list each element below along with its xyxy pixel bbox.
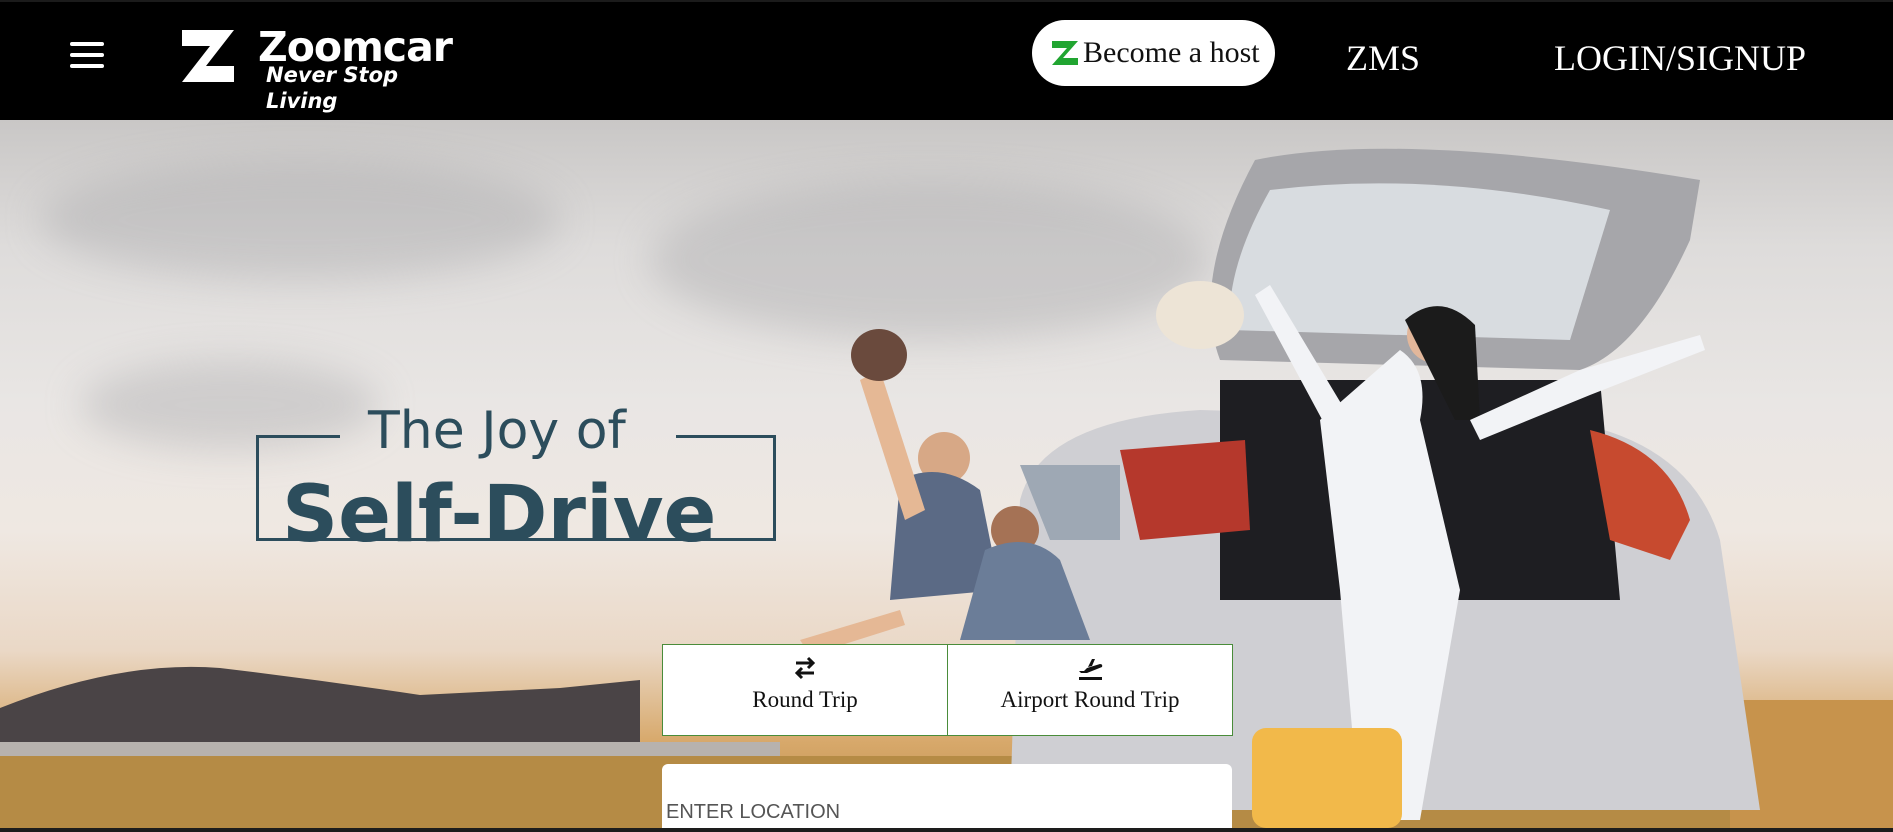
zoomcar-z-icon xyxy=(1052,41,1078,65)
airplane-takeoff-icon xyxy=(1079,659,1103,680)
become-a-host-button[interactable]: Become a host xyxy=(1032,20,1275,86)
tab-round-trip[interactable]: Round Trip xyxy=(662,644,948,736)
bottom-border xyxy=(0,828,1893,832)
tab-airport-round-trip[interactable]: Airport Round Trip xyxy=(948,644,1233,736)
tab-round-trip-label: Round Trip xyxy=(752,687,858,712)
trip-type-tabs: Round Trip Airport Round Trip xyxy=(662,644,1233,736)
location-input[interactable] xyxy=(662,764,1232,828)
swap-arrows-icon xyxy=(794,656,816,680)
hero-headline-main: Self-Drive xyxy=(282,470,717,560)
top-navbar: Zoomcar Never Stop Living Become a host … xyxy=(0,2,1893,120)
nav-link-login-signup[interactable]: LOGIN/SIGNUP xyxy=(1554,38,1806,78)
logo-tagline: Never Stop Living xyxy=(266,63,399,113)
zoomcar-logo[interactable]: Zoomcar Never Stop Living xyxy=(176,24,466,113)
zoomcar-z-logo-icon xyxy=(182,30,234,82)
nav-link-zms[interactable]: ZMS xyxy=(1346,38,1420,78)
hero-headline-top: The Joy of xyxy=(368,401,626,461)
hamburger-menu-icon[interactable] xyxy=(70,42,104,72)
become-a-host-label: Become a host xyxy=(1083,36,1260,69)
tab-airport-round-trip-label: Airport Round Trip xyxy=(1000,687,1180,712)
